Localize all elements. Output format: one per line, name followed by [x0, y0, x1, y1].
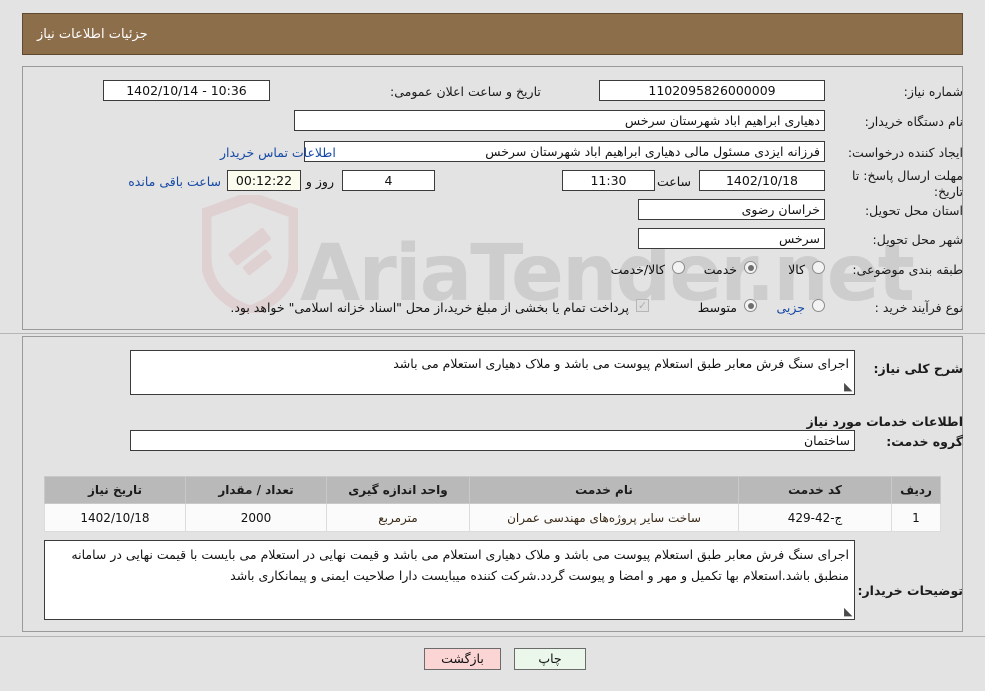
need-number-value[interactable]: 1102095826000009 [599, 80, 825, 101]
print-button[interactable]: چاپ [514, 648, 586, 670]
cell-name: ساخت سایر پروژه‌های مهندسی عمران [469, 503, 739, 532]
radio-process-medium[interactable] [744, 299, 757, 312]
col-quantity: تعداد / مقدار [185, 476, 327, 504]
buyer-contact-link[interactable]: اطلاعات تماس خریدار [220, 145, 336, 160]
col-index: ردیف [891, 476, 941, 504]
announce-label: تاریخ و ساعت اعلان عمومی: [390, 84, 541, 99]
summary-resize-grip[interactable]: ◢ [844, 380, 852, 393]
province-label: استان محل تحویل: [864, 203, 963, 218]
remaining-time-label: ساعت باقی مانده [128, 174, 221, 189]
buyer-notes-resize-grip[interactable]: ◢ [844, 605, 852, 618]
deadline-hour-value[interactable]: 11:30 [562, 170, 655, 191]
summary-label: شرح کلی نیاز: [873, 361, 963, 376]
announce-value[interactable]: 10:36 - 1402/10/14 [103, 80, 270, 101]
requester-value[interactable]: فرزانه ایزدی مسئول مالی دهیاری ابراهیم ا… [304, 141, 825, 162]
deadline-date-value[interactable]: 1402/10/18 [699, 170, 825, 191]
services-table: ردیف کد خدمت نام خدمت واحد اندازه گیری ت… [44, 476, 941, 532]
treasury-checkbox[interactable]: ✓ [636, 299, 649, 312]
back-button[interactable]: بازگشت [424, 648, 501, 670]
city-value[interactable]: سرخس [638, 228, 825, 249]
radio-process-minor[interactable] [812, 299, 825, 312]
page-title: جزئیات اطلاعات نیاز [22, 13, 963, 55]
cell-unit: مترمربع [326, 503, 470, 532]
radio-category-goods-service[interactable] [672, 261, 685, 274]
services-heading: اطلاعات خدمات مورد نیاز [806, 414, 964, 429]
radio-category-service-label: خدمت [703, 262, 737, 277]
requester-label: ایجاد کننده درخواست: [847, 145, 963, 160]
category-label: طبقه بندی موضوعی: [852, 262, 963, 277]
radio-category-goods[interactable] [812, 261, 825, 274]
remaining-days-value[interactable]: 4 [342, 170, 435, 191]
col-date: تاریخ نیاز [44, 476, 186, 504]
buyer-org-label: نام دستگاه خریدار: [864, 114, 963, 129]
cell-date: 1402/10/18 [44, 503, 186, 532]
summary-textarea[interactable]: اجرای سنگ فرش معابر طبق استعلام پیوست می… [130, 350, 855, 395]
radio-category-goods-service-label: کالا/خدمت [610, 262, 665, 277]
buyer-org-value[interactable]: دهیاری ابراهیم اباد شهرستان سرخس [294, 110, 825, 131]
need-info-panel [22, 66, 963, 330]
table-row[interactable]: 1 ج-42-429 ساخت سایر پروژه‌های مهندسی عم… [44, 503, 941, 532]
cell-quantity: 2000 [185, 503, 327, 532]
buyer-notes-label: توضیحات خریدار: [857, 583, 963, 598]
radio-process-minor-label: جزیی [776, 300, 805, 315]
cell-code: ج-42-429 [738, 503, 892, 532]
need-number-label: شماره نیاز: [903, 84, 963, 99]
deadline-hour-label: ساعت [656, 174, 691, 189]
province-value[interactable]: خراسان رضوی [638, 199, 825, 220]
col-name: نام خدمت [469, 476, 739, 504]
process-label: نوع فرآیند خرید : [874, 300, 963, 315]
cell-index: 1 [891, 503, 941, 532]
city-label: شهر محل تحویل: [872, 232, 963, 247]
remaining-days-label: روز و [305, 174, 334, 189]
service-group-value[interactable]: ساختمان [130, 430, 855, 451]
table-header-row: ردیف کد خدمت نام خدمت واحد اندازه گیری ت… [44, 476, 941, 504]
col-unit: واحد اندازه گیری [326, 476, 470, 504]
radio-process-medium-label: متوسط [697, 300, 737, 315]
radio-category-goods-label: کالا [788, 262, 805, 277]
deadline-label: مهلت ارسال پاسخ: تا تاریخ: [852, 168, 963, 199]
service-group-label: گروه خدمت: [886, 434, 963, 449]
buyer-notes-textarea[interactable]: اجرای سنگ فرش معابر طبق استعلام پیوست می… [44, 540, 855, 620]
remaining-time-value[interactable]: 00:12:22 [227, 170, 301, 191]
radio-category-service[interactable] [744, 261, 757, 274]
col-code: کد خدمت [738, 476, 892, 504]
treasury-text: پرداخت تمام یا بخشی از مبلغ خرید،از محل … [230, 300, 629, 315]
